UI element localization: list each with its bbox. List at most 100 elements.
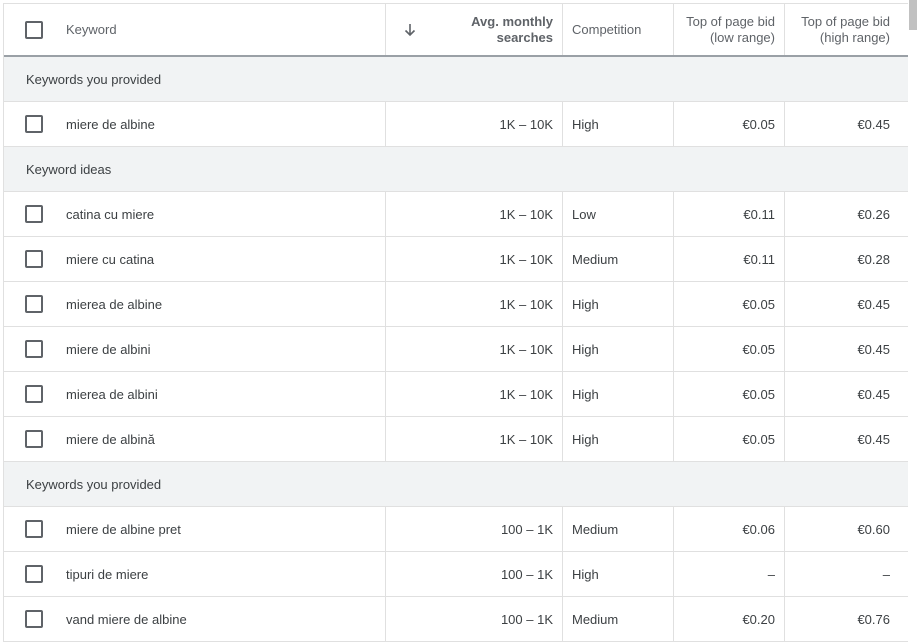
bid-high-value: €0.60 — [857, 521, 890, 537]
row-checkbox[interactable] — [25, 205, 43, 223]
bid-low-value: €0.06 — [742, 521, 775, 537]
keyword-text: mierea de albini — [66, 386, 158, 402]
group-label: Keyword ideas — [26, 161, 112, 177]
keyword-text: miere cu catina — [66, 251, 155, 267]
competition-cell: High — [562, 552, 673, 596]
bid-low-value: €0.05 — [742, 341, 775, 357]
column-header-competition[interactable]: Competition — [562, 4, 673, 55]
bid-high-value: €0.28 — [857, 251, 890, 267]
table-row[interactable]: miere de albină 1K – 10K High €0.05 €0.45 — [4, 417, 908, 462]
group-label: Keywords you provided — [26, 476, 162, 492]
row-checkbox[interactable] — [25, 340, 43, 358]
group-header-row: Keywords you provided — [4, 57, 908, 102]
scrollbar[interactable] — [909, 0, 917, 30]
competition-cell: High — [562, 102, 673, 146]
bid-high-value: €0.45 — [857, 296, 890, 312]
competition-cell: High — [562, 372, 673, 416]
competition-value: High — [572, 296, 599, 312]
select-all-checkbox[interactable] — [25, 20, 43, 39]
competition-cell: High — [562, 282, 673, 326]
row-checkbox-cell — [4, 282, 64, 326]
keyword-cell: miere de albină — [64, 417, 385, 461]
bid-low-header-line2: (low range) — [709, 29, 775, 45]
competition-cell: Low — [562, 192, 673, 236]
row-checkbox[interactable] — [25, 250, 43, 268]
bid-low-cell: €0.05 — [673, 102, 784, 146]
avg-header-line2: searches — [496, 29, 553, 45]
bid-high-cell: €0.28 — [784, 237, 908, 281]
bid-high-value: €0.45 — [857, 341, 890, 357]
row-checkbox-cell — [4, 237, 64, 281]
keyword-cell: miere de albine — [64, 102, 385, 146]
row-checkbox[interactable] — [25, 565, 43, 583]
avg-searches-value: 1K – 10K — [499, 341, 554, 357]
column-header-avg-monthly-searches[interactable]: Avg. monthly searches — [385, 4, 562, 55]
row-checkbox[interactable] — [25, 295, 43, 313]
table-row[interactable]: mierea de albini 1K – 10K High €0.05 €0.45 — [4, 372, 908, 417]
bid-high-value: €0.45 — [857, 116, 890, 132]
row-checkbox[interactable] — [25, 430, 43, 448]
avg-searches-value: 1K – 10K — [499, 386, 554, 402]
select-all-cell — [4, 4, 64, 55]
bid-high-cell: €0.45 — [784, 327, 908, 371]
competition-cell: Medium — [562, 507, 673, 551]
avg-searches-cell: 1K – 10K — [385, 102, 562, 146]
group-label: Keywords you provided — [26, 71, 162, 87]
competition-value: High — [572, 431, 599, 447]
avg-searches-cell: 100 – 1K — [385, 597, 562, 641]
avg-searches-cell: 100 – 1K — [385, 552, 562, 596]
keyword-cell: mierea de albine — [64, 282, 385, 326]
table-row[interactable]: tipuri de miere 100 – 1K High – – — [4, 552, 908, 597]
avg-searches-cell: 100 – 1K — [385, 507, 562, 551]
table-row[interactable]: miere cu catina 1K – 10K Medium €0.11 €0.28 — [4, 237, 908, 282]
table-row[interactable]: miere de albine pret 100 – 1K Medium €0.06 €… — [4, 507, 908, 552]
competition-value: High — [572, 566, 599, 582]
row-checkbox[interactable] — [25, 115, 43, 133]
keyword-cell: tipuri de miere — [64, 552, 385, 596]
competition-value: High — [572, 341, 599, 357]
bid-low-value: €0.05 — [742, 116, 775, 132]
bid-low-cell: €0.20 — [673, 597, 784, 641]
column-header-bid-low[interactable]: Top of page bid (low range) — [673, 4, 784, 55]
avg-header-line1: Avg. monthly — [471, 13, 553, 29]
competition-cell: High — [562, 417, 673, 461]
competition-cell: High — [562, 327, 673, 371]
bid-low-cell: €0.06 — [673, 507, 784, 551]
avg-searches-value: 1K – 10K — [499, 251, 554, 267]
row-checkbox-cell — [4, 327, 64, 371]
row-checkbox-cell — [4, 417, 64, 461]
row-checkbox[interactable] — [25, 385, 43, 403]
keyword-text: vand miere de albine — [66, 611, 187, 627]
column-header-keyword[interactable]: Keyword — [64, 4, 385, 55]
row-checkbox-cell — [4, 372, 64, 416]
group-header-row: Keywords you provided — [4, 462, 908, 507]
bid-low-cell: €0.11 — [673, 237, 784, 281]
column-header-bid-high[interactable]: Top of page bid (high range) — [784, 4, 908, 55]
table-row[interactable]: vand miere de albine 100 – 1K Medium €0.20 €… — [4, 597, 908, 642]
avg-searches-cell: 1K – 10K — [385, 192, 562, 236]
bid-low-cell: €0.05 — [673, 372, 784, 416]
row-checkbox-cell — [4, 552, 64, 596]
avg-searches-cell: 1K – 10K — [385, 372, 562, 416]
row-checkbox-cell — [4, 192, 64, 236]
table-row[interactable]: catina cu miere 1K – 10K Low €0.11 €0.26 — [4, 192, 908, 237]
keyword-text: tipuri de miere — [66, 566, 149, 582]
bid-high-value: €0.45 — [857, 386, 890, 402]
competition-cell: Medium — [562, 597, 673, 641]
bid-high-header-line2: (high range) — [819, 29, 890, 45]
row-checkbox[interactable] — [25, 520, 43, 538]
table-row[interactable]: miere de albine 1K – 10K High €0.05 €0.45 — [4, 102, 908, 147]
bid-low-cell: €0.05 — [673, 282, 784, 326]
table-row[interactable]: miere de albini 1K – 10K High €0.05 €0.45 — [4, 327, 908, 372]
avg-searches-cell: 1K – 10K — [385, 282, 562, 326]
row-checkbox[interactable] — [25, 610, 43, 628]
keyword-cell: miere de albini — [64, 327, 385, 371]
keyword-text: miere de albine pret — [66, 521, 181, 537]
table-row[interactable]: mierea de albine 1K – 10K High €0.05 €0.45 — [4, 282, 908, 327]
bid-low-cell: €0.11 — [673, 192, 784, 236]
row-checkbox-cell — [4, 102, 64, 146]
row-checkbox-cell — [4, 597, 64, 641]
avg-searches-value: 100 – 1K — [500, 566, 553, 582]
keyword-cell: vand miere de albine — [64, 597, 385, 641]
bid-high-cell: €0.26 — [784, 192, 908, 236]
